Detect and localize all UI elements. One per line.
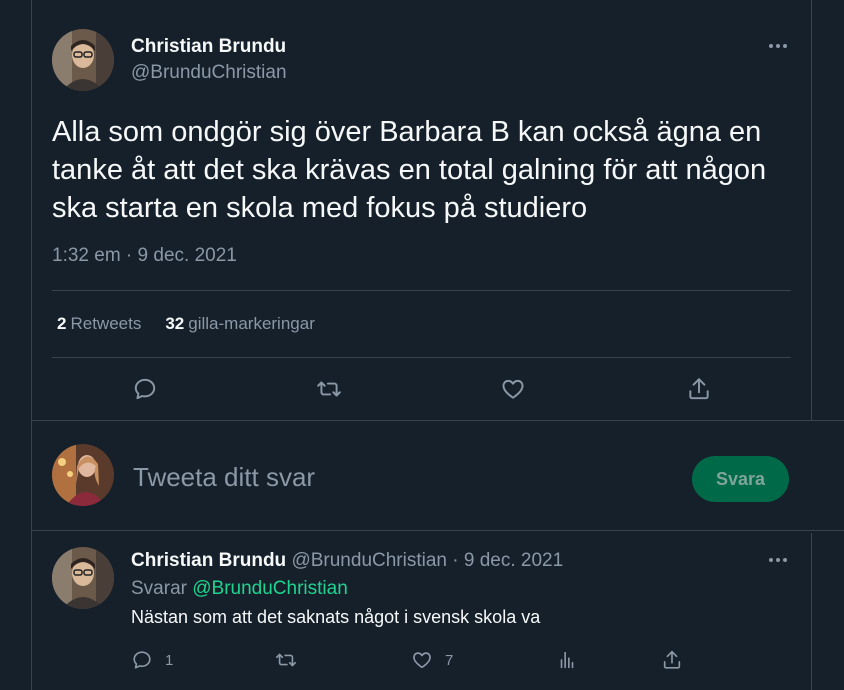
column-border-right (811, 0, 812, 420)
tweet-timestamp[interactable]: 1:32 em · 9 dec. 2021 (52, 245, 237, 267)
reply-like-action[interactable]: 7 (411, 649, 453, 671)
likes-label: gilla-markeringar (188, 314, 315, 333)
reply-author-avatar[interactable] (52, 547, 114, 609)
divider (52, 290, 791, 291)
author-avatar[interactable] (52, 29, 114, 91)
tweet-text: Alla som ondgör sig över Barbara B kan o… (52, 116, 767, 224)
reply-retweet-action[interactable] (275, 649, 297, 671)
share-icon[interactable] (684, 374, 714, 404)
retweets-stat[interactable]: 2 Retweets (57, 314, 141, 334)
reply-button[interactable]: Svara (692, 456, 789, 502)
column-border-right-lower (811, 533, 812, 690)
share-icon (663, 650, 681, 669)
reply-icon (133, 651, 151, 669)
reply-share-action[interactable] (661, 649, 683, 671)
heart-icon (413, 652, 431, 669)
retweet-icon[interactable] (314, 374, 344, 404)
reply-date[interactable]: · 9 dec. 2021 (452, 550, 563, 571)
author-handle[interactable]: @BrunduChristian (131, 62, 287, 84)
column-border-left (31, 0, 32, 690)
reply-icon[interactable] (130, 374, 160, 404)
reply-author-handle[interactable]: @BrunduChristian (291, 550, 447, 571)
reply-header: Christian Brundu @BrunduChristian · 9 de… (131, 550, 563, 572)
reply-author-name[interactable]: Christian Brundu (131, 550, 286, 571)
tweet-stats: 2 Retweets 32 gilla-markeringar (57, 314, 315, 334)
divider (52, 357, 791, 358)
reply-analytics-action[interactable] (556, 649, 578, 671)
more-icon[interactable] (763, 550, 793, 570)
current-user-avatar[interactable] (52, 444, 114, 506)
reply-text: Nästan som att det saknats något i svens… (131, 607, 541, 627)
replying-to-mention[interactable]: @BrunduChristian (192, 578, 348, 599)
likes-count: 32 (165, 314, 185, 333)
retweets-label: Retweets (70, 314, 142, 333)
reply-reply-count: 1 (165, 651, 174, 669)
author-name[interactable]: Christian Brundu (131, 36, 286, 58)
analytics-icon (560, 651, 574, 669)
likes-stat[interactable]: 32 gilla-markeringar (165, 314, 315, 334)
more-icon[interactable] (763, 36, 793, 56)
divider (31, 420, 844, 421)
reply-reply-action[interactable]: 1 (131, 649, 173, 671)
replying-to-label: Svarar (131, 578, 187, 599)
heart-icon[interactable] (498, 374, 528, 404)
divider (31, 530, 844, 531)
retweets-count: 2 (57, 314, 67, 333)
reply-input[interactable]: Tweeta ditt svar (133, 462, 315, 493)
replying-to: Svarar @BrunduChristian (131, 578, 348, 600)
retweet-icon (276, 653, 296, 667)
reply-like-count: 7 (445, 651, 454, 669)
